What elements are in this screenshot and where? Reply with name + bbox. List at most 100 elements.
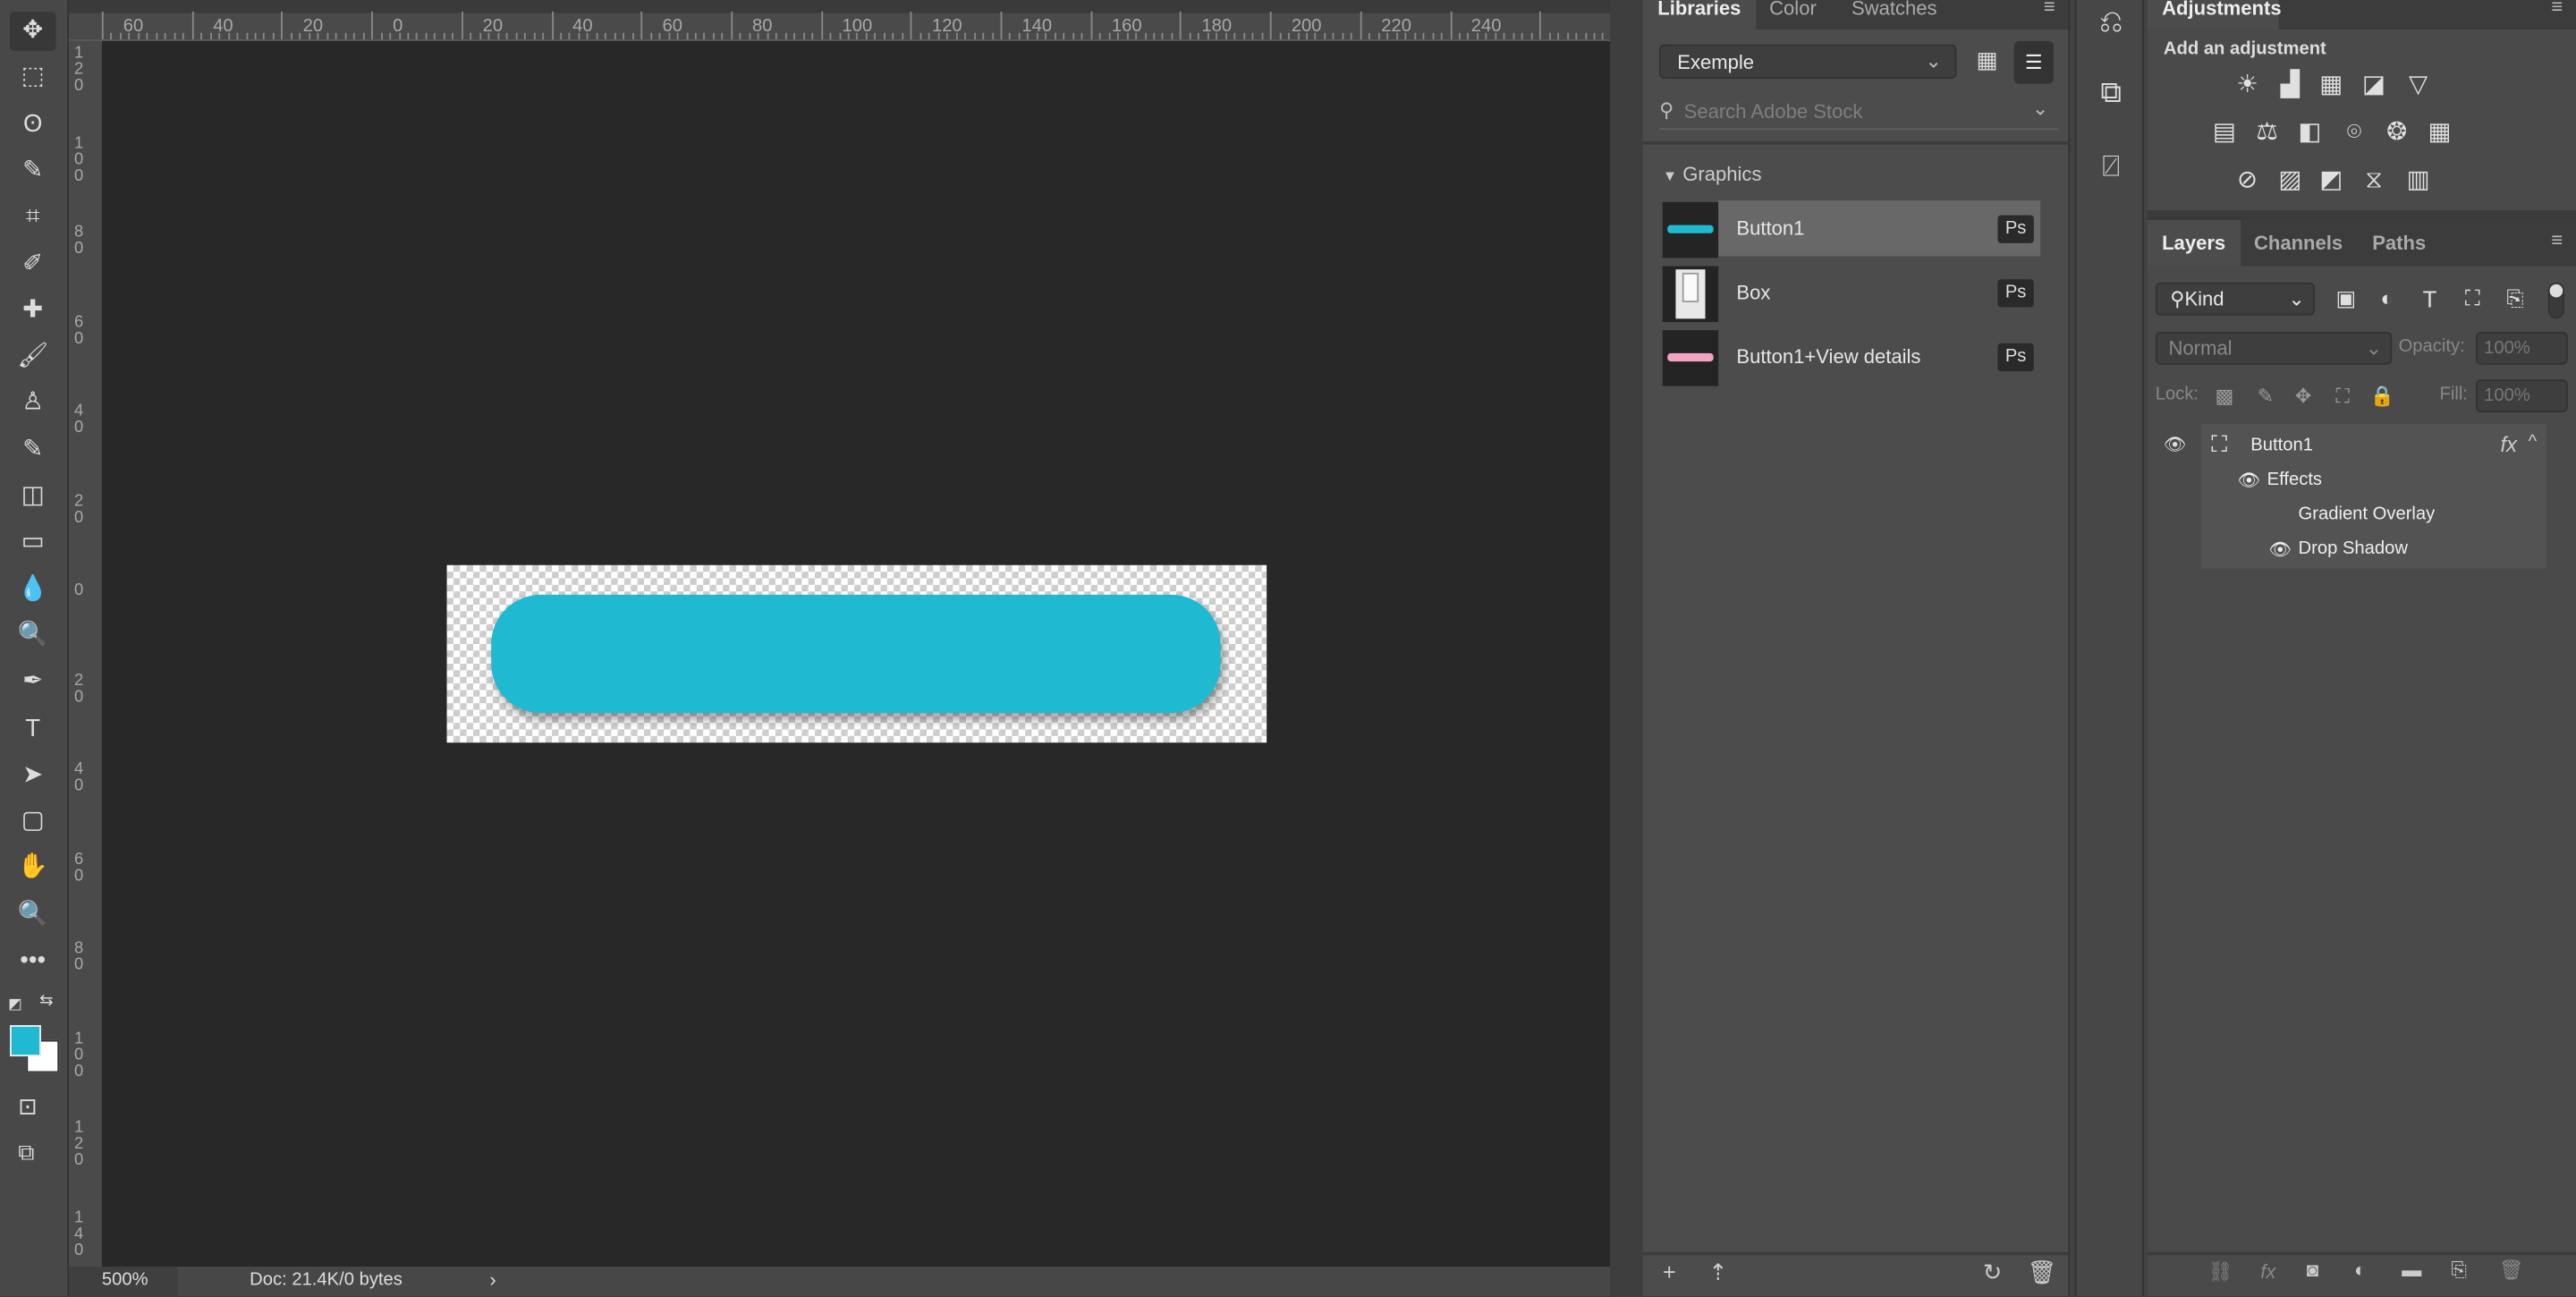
lock-artboard-icon[interactable]: ⛶ <box>2328 381 2358 411</box>
panel-menu-icon[interactable]: ≡ <box>2044 0 2055 18</box>
history-brush-tool-icon[interactable]: ✎ <box>10 430 55 470</box>
lock-all-icon[interactable]: 🔒 <box>2368 381 2397 411</box>
selective-color-icon[interactable]: ⧖ <box>2360 166 2389 196</box>
opacity-input[interactable]: 100% <box>2475 332 2568 365</box>
list-view-icon[interactable]: ☰ <box>2013 40 2054 84</box>
filter-pixel-icon[interactable]: ▣ <box>2331 284 2360 314</box>
trash-icon[interactable]: 🗑 <box>2027 1259 2056 1286</box>
library-item[interactable]: Button1+View details Ps <box>1659 328 2040 387</box>
posterize-icon[interactable]: ▨ <box>2275 166 2305 196</box>
clone-stamp-tool-icon[interactable]: ♙ <box>10 384 55 423</box>
move-tool-icon[interactable]: ✥ <box>10 11 56 51</box>
panel-menu-icon[interactable]: ≡ <box>2551 228 2563 251</box>
panel-menu-icon[interactable]: ≡ <box>2551 0 2563 18</box>
document-canvas[interactable] <box>446 564 1267 743</box>
link-layers-icon[interactable]: ⛓ <box>2208 1260 2233 1284</box>
default-colors-icon[interactable]: ◩ <box>8 996 22 1013</box>
hand-tool-icon[interactable]: ✋ <box>10 848 55 887</box>
lock-move-icon[interactable]: ✥ <box>2289 381 2318 411</box>
quick-selection-tool-icon[interactable]: ✎ <box>10 151 55 191</box>
eraser-tool-icon[interactable]: ◫ <box>10 477 55 516</box>
lock-paint-icon[interactable]: ✎ <box>2250 381 2280 411</box>
dodge-tool-icon[interactable]: 🔍 <box>10 616 55 656</box>
library-item[interactable]: Button1 Ps <box>1659 200 2041 259</box>
blend-mode-dropdown[interactable]: Normal ⌄ <box>2155 332 2393 365</box>
blur-tool-icon[interactable]: 💧 <box>10 570 55 609</box>
visibility-eye-icon[interactable]: 👁 <box>2164 434 2187 455</box>
exposure-icon[interactable]: ◪ <box>2360 71 2389 100</box>
glyph-panel-icon[interactable]: ⍁ <box>2077 149 2146 184</box>
gradient-map-icon[interactable]: ▥ <box>2403 166 2433 196</box>
screen-mode-icon[interactable]: ⧉ <box>18 1139 34 1166</box>
fx-icon[interactable]: fx <box>2500 432 2517 457</box>
tab-color[interactable]: Color <box>1755 0 1832 30</box>
pen-tool-icon[interactable]: ✒ <box>10 663 55 702</box>
photo-filter-icon[interactable]: ⌾ <box>2339 118 2368 148</box>
add-style-icon[interactable]: fx <box>2260 1260 2275 1284</box>
tab-adjustments[interactable]: Adjustments <box>2147 0 2282 30</box>
chevron-down-icon[interactable]: ⌄ <box>2032 97 2048 120</box>
eyedropper-tool-icon[interactable]: ✐ <box>10 244 55 284</box>
lasso-tool-icon[interactable]: ʘ <box>10 105 55 144</box>
brightness-contrast-icon[interactable]: ☀ <box>2233 71 2262 100</box>
vibrance-icon[interactable]: ▽ <box>2403 71 2433 100</box>
tab-libraries[interactable]: Libraries <box>1642 0 1756 30</box>
filter-toggle[interactable] <box>2547 282 2565 319</box>
adjustment-layer-icon[interactable]: ◐ <box>2354 1259 2366 1282</box>
properties-icon[interactable]: ⧉ <box>2077 75 2146 110</box>
rectangle-tool-icon[interactable]: ▢ <box>10 801 55 841</box>
path-selection-tool-icon[interactable]: ➤ <box>10 756 55 795</box>
group-folder-icon[interactable]: ▬ <box>2402 1259 2421 1282</box>
status-menu-arrow-icon[interactable]: › <box>489 1268 496 1292</box>
hue-saturation-icon[interactable]: ▤ <box>2209 118 2239 148</box>
filter-type-icon[interactable]: T <box>2415 284 2445 314</box>
new-layer-icon[interactable]: ⎘ <box>2451 1259 2467 1284</box>
healing-brush-tool-icon[interactable]: ✚ <box>10 291 55 330</box>
foreground-color-swatch[interactable] <box>10 1025 41 1056</box>
fill-input[interactable]: 100% <box>2475 379 2568 413</box>
channel-mixer-icon[interactable]: ❂ <box>2382 118 2411 148</box>
levels-icon[interactable]: ▟ <box>2275 71 2305 100</box>
visibility-eye-icon[interactable]: 👁 <box>2238 470 2261 491</box>
crop-tool-icon[interactable]: ⌗ <box>10 198 55 237</box>
library-item[interactable]: Box Ps <box>1659 265 2040 324</box>
canvas-area[interactable] <box>101 40 1610 1267</box>
history-icon[interactable]: ⎌ <box>2077 5 2146 40</box>
curves-icon[interactable]: ▦ <box>2317 71 2346 100</box>
collapse-effects-icon[interactable]: ^ <box>2529 432 2537 452</box>
add-mask-icon[interactable]: ◙ <box>2307 1259 2318 1282</box>
layer-row[interactable]: ⛶ Button1 fx ^ <box>2201 428 2546 463</box>
filter-shape-icon[interactable]: ⛶ <box>2458 284 2487 314</box>
rectangular-marquee-tool-icon[interactable]: ⬚ <box>10 58 55 97</box>
add-content-icon[interactable]: + <box>1663 1259 1676 1284</box>
brush-tool-icon[interactable]: 🖌 <box>10 337 55 377</box>
sync-icon[interactable]: ↻ <box>1983 1259 2003 1286</box>
section-graphics[interactable]: ▼ Graphics <box>1663 163 1762 186</box>
tab-layers[interactable]: Layers <box>2147 220 2241 267</box>
delete-layer-icon[interactable]: 🗑 <box>2499 1259 2524 1282</box>
invert-icon[interactable]: ⊘ <box>2233 166 2262 196</box>
color-balance-icon[interactable]: ⚖ <box>2252 118 2282 148</box>
zoom-tool-icon[interactable]: 🔍 <box>10 894 55 934</box>
quick-mask-icon[interactable]: ⊡ <box>18 1092 38 1120</box>
tab-swatches[interactable]: Swatches <box>1836 0 1952 30</box>
stock-search-input[interactable]: ⚲ Search Adobe Stock ⌄ <box>1659 97 2059 131</box>
gradient-tool-icon[interactable]: ▭ <box>10 523 55 563</box>
layer-filter-kind[interactable]: ⚲Kind ⌄ <box>2155 282 2315 316</box>
visibility-eye-icon[interactable]: 👁 <box>2268 538 2292 560</box>
filter-adjustment-icon[interactable]: ◐ <box>2372 284 2402 314</box>
threshold-icon[interactable]: ◩ <box>2317 166 2346 196</box>
button-shape[interactable] <box>491 594 1221 714</box>
tab-channels[interactable]: Channels <box>2239 220 2357 266</box>
type-tool-icon[interactable]: T <box>10 709 55 749</box>
upload-icon[interactable]: ⇡ <box>1708 1259 1728 1286</box>
tab-paths[interactable]: Paths <box>2358 220 2441 266</box>
library-dropdown[interactable]: Exemple ⌄ <box>1659 44 1957 80</box>
grid-view-icon[interactable]: ▦ <box>1977 46 1998 73</box>
black-white-icon[interactable]: ◧ <box>2295 118 2325 148</box>
swap-colors-icon[interactable]: ⇆ <box>39 992 53 1010</box>
color-lookup-icon[interactable]: ▦ <box>2425 118 2454 148</box>
lock-transparent-icon[interactable]: ▩ <box>2209 381 2239 411</box>
more-tools-icon[interactable]: ••• <box>10 941 55 980</box>
filter-smart-object-icon[interactable]: ⎘ <box>2500 284 2529 314</box>
